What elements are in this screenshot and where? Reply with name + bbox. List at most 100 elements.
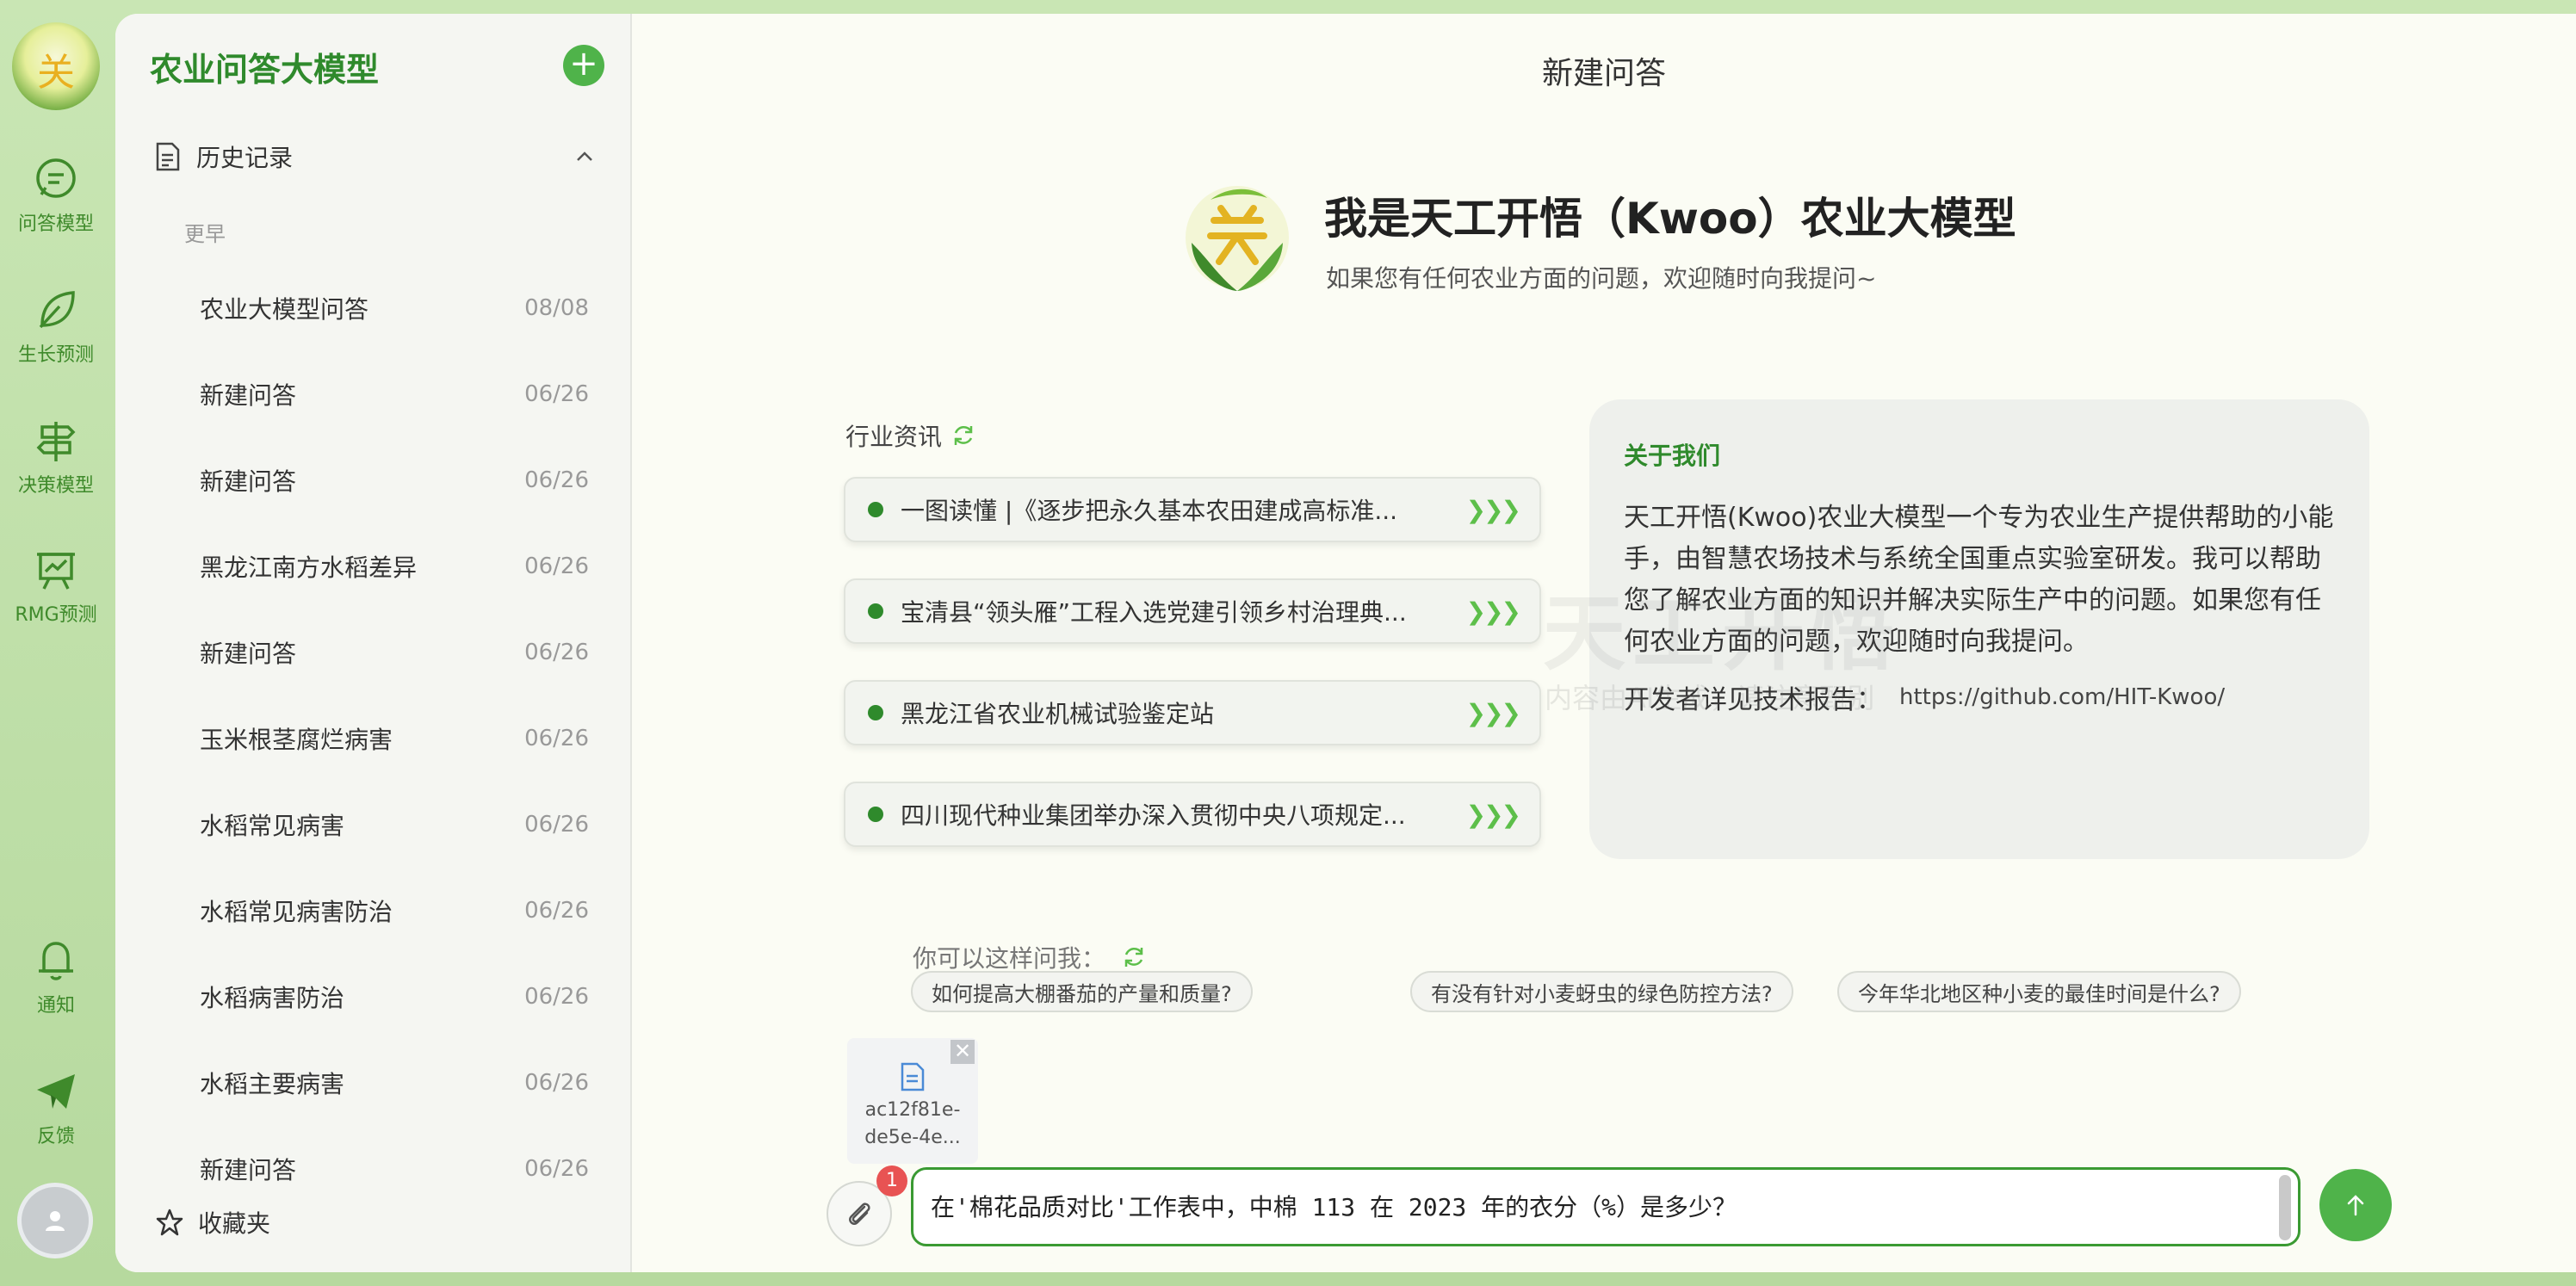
- rail-item-label: 问答模型: [17, 213, 94, 235]
- news-item[interactable]: 四川现代种业集团举办深入贯彻中央八项规定... ❯❯❯: [844, 782, 1541, 847]
- chat-bubble-icon: [32, 155, 80, 203]
- input-scrollbar[interactable]: [2279, 1175, 2291, 1240]
- chat-content: 新建问答 我是天工开悟（Kwoo）农业大模型 如果您有任何农业方面的问题，欢迎随…: [632, 14, 2576, 1272]
- rail-item-qa-model[interactable]: 问答模型: [0, 155, 112, 236]
- bell-icon: [32, 937, 80, 985]
- rail-item-growth-prediction[interactable]: 生长预测: [0, 286, 112, 367]
- rail-item-notifications[interactable]: 通知: [0, 937, 112, 1017]
- news-item-text: 黑龙江省农业机械试验鉴定站: [901, 700, 1215, 728]
- user-icon: [46, 1211, 65, 1231]
- watermark-title: 天工开悟: [1543, 585, 1901, 682]
- chevron-up-icon[interactable]: [575, 151, 594, 163]
- hero-title: 我是天工开悟（Kwoo）农业大模型: [1324, 194, 2016, 244]
- history-item[interactable]: 新建问答 06/26: [167, 351, 649, 437]
- history-item-name: 新建问答: [200, 1156, 297, 1184]
- news-item-text: 四川现代种业集团举办深入贯彻中央八项规定...: [901, 801, 1406, 830]
- attachment-name-line: de5e-4e...: [864, 1127, 961, 1148]
- leaf-icon: [32, 286, 80, 334]
- history-item[interactable]: 新建问答 06/26: [167, 609, 649, 696]
- history-label: 历史记录: [196, 144, 294, 172]
- history-item[interactable]: 新建问答 06/26: [167, 437, 649, 523]
- page-title: 新建问答: [1541, 56, 1666, 91]
- rail-item-label: 反馈: [36, 1126, 75, 1147]
- watermark-note: 内容由AI生成，请注意甄别: [1545, 682, 1875, 714]
- github-link[interactable]: https://github.com/HIT-Kwoo/: [1899, 684, 2225, 710]
- logo-glyph: 关: [37, 51, 75, 95]
- bullet-dot: [868, 502, 883, 517]
- refresh-icon[interactable]: [951, 423, 976, 448]
- hero-subtitle: 如果您有任何农业方面的问题，欢迎随时向我提问~: [1326, 264, 1877, 293]
- bullet-dot: [868, 705, 883, 720]
- favorites-link[interactable]: 收藏夹: [155, 1205, 270, 1240]
- history-item[interactable]: 农业大模型问答 08/08: [167, 265, 649, 351]
- suggestion-chip[interactable]: 今年华北地区种小麦的最佳时间是什么?: [1837, 971, 2241, 1012]
- news-item-text: 一图读懂 |《逐步把永久基本农田建成高标准...: [901, 497, 1398, 525]
- rail-item-rmg-prediction[interactable]: RMG预测: [0, 546, 112, 627]
- file-attachment[interactable]: ✕ ac12f81e- de5e-4e...: [847, 1038, 978, 1164]
- history-item-date: 08/08: [524, 295, 589, 321]
- triple-chevron-icon: ❯❯❯: [1465, 800, 1521, 829]
- history-item[interactable]: 水稻病害防治 06/26: [167, 954, 649, 1040]
- history-item-name: 黑龙江南方水稻差异: [200, 553, 418, 582]
- signpost-icon: [32, 417, 80, 465]
- history-sidebar: 农业问答大模型 + 历史记录 更早 农业大模型问答 08/08 新建问答 06/26…: [115, 14, 632, 1272]
- history-list: 农业大模型问答 08/08 新建问答 06/26 新建问答 06/26 黑龙江南方水稻…: [167, 265, 649, 1212]
- triple-chevron-icon: ❯❯❯: [1465, 698, 1521, 727]
- history-item-name: 新建问答: [200, 640, 297, 668]
- attachment-count-badge: 1: [876, 1165, 907, 1196]
- chat-input-value: 在'棉花品质对比'工作表中，中棉 113 在 2023 年的衣分（%）是多少？: [931, 1193, 1737, 1221]
- history-item-date: 06/26: [524, 726, 589, 751]
- rail-item-feedback[interactable]: 反馈: [0, 1067, 112, 1148]
- triple-chevron-icon: ❯❯❯: [1465, 495, 1521, 524]
- news-item[interactable]: 宝清县“领头雁”工程入选党建引领乡村治理典... ❯❯❯: [844, 578, 1541, 644]
- history-item-name: 新建问答: [200, 467, 297, 496]
- rail-item-decision-model[interactable]: 决策模型: [0, 417, 112, 498]
- main-card: 农业问答大模型 + 历史记录 更早 农业大模型问答 08/08 新建问答 06/26…: [115, 14, 2576, 1272]
- news-item[interactable]: 一图读懂 |《逐步把永久基本农田建成高标准... ❯❯❯: [844, 477, 1541, 542]
- history-section-toggle[interactable]: 历史记录: [155, 136, 594, 177]
- file-icon: [901, 1062, 925, 1091]
- history-item[interactable]: 新建问答 06/26: [167, 1126, 649, 1212]
- history-item[interactable]: 黑龙江南方水稻差异 06/26: [167, 523, 649, 609]
- suggestion-label-text: 你可以这样问我：: [913, 944, 1106, 973]
- history-item[interactable]: 玉米根茎腐烂病害 06/26: [167, 696, 649, 782]
- kwoo-logo-icon: [1186, 186, 1289, 291]
- news-item-text: 宝清县“领头雁”工程入选党建引领乡村治理典...: [901, 598, 1407, 627]
- triple-chevron-icon: ❯❯❯: [1465, 597, 1521, 626]
- presentation-board-icon: [32, 546, 80, 594]
- sidebar-title: 农业问答大模型: [150, 51, 380, 89]
- history-item-date: 06/26: [524, 812, 589, 838]
- history-item-name: 水稻病害防治: [200, 984, 345, 1012]
- history-item-name: 水稻主要病害: [200, 1070, 345, 1098]
- history-item[interactable]: 水稻常见病害 06/26: [167, 782, 649, 868]
- history-item-name: 水稻常见病害防治: [200, 898, 393, 926]
- rail-item-label: 生长预测: [17, 344, 94, 366]
- history-item-name: 玉米根茎腐烂病害: [200, 726, 393, 754]
- history-item-name: 水稻常见病害: [200, 812, 345, 840]
- chat-input[interactable]: 在'棉花品质对比'工作表中，中棉 113 在 2023 年的衣分（%）是多少？: [911, 1167, 2300, 1246]
- suggestion-chip[interactable]: 有没有针对小麦蚜虫的绿色防控方法?: [1410, 971, 1793, 1012]
- bullet-dot: [868, 603, 883, 619]
- about-title: 关于我们: [1624, 442, 1721, 470]
- refresh-icon[interactable]: [1121, 944, 1147, 970]
- suggestion-chip[interactable]: 如何提高大棚番茄的产量和质量?: [911, 971, 1253, 1012]
- rail-item-label: 通知: [36, 995, 75, 1017]
- rail-item-label: RMG预测: [15, 604, 97, 626]
- history-item-date: 06/26: [524, 467, 589, 493]
- history-item-date: 06/26: [524, 640, 589, 665]
- suggestion-label: 你可以这样问我：: [913, 940, 1147, 974]
- history-item-date: 06/26: [524, 1070, 589, 1096]
- app-logo[interactable]: 关: [12, 22, 100, 110]
- remove-attachment-button[interactable]: ✕: [951, 1040, 975, 1064]
- news-label-text: 行业资讯: [845, 423, 943, 451]
- document-icon: [156, 142, 180, 171]
- send-button[interactable]: [2319, 1169, 2392, 1241]
- history-item[interactable]: 水稻主要病害 06/26: [167, 1040, 649, 1126]
- new-chat-button[interactable]: +: [563, 45, 604, 86]
- attachment-name-line: ac12f81e-: [864, 1099, 961, 1121]
- news-item[interactable]: 黑龙江省农业机械试验鉴定站 ❯❯❯: [844, 680, 1541, 745]
- history-item[interactable]: 水稻常见病害防治 06/26: [167, 868, 649, 954]
- paperclip-icon: [849, 1203, 870, 1225]
- user-avatar[interactable]: [17, 1183, 93, 1258]
- favorites-label: 收藏夹: [198, 1209, 271, 1238]
